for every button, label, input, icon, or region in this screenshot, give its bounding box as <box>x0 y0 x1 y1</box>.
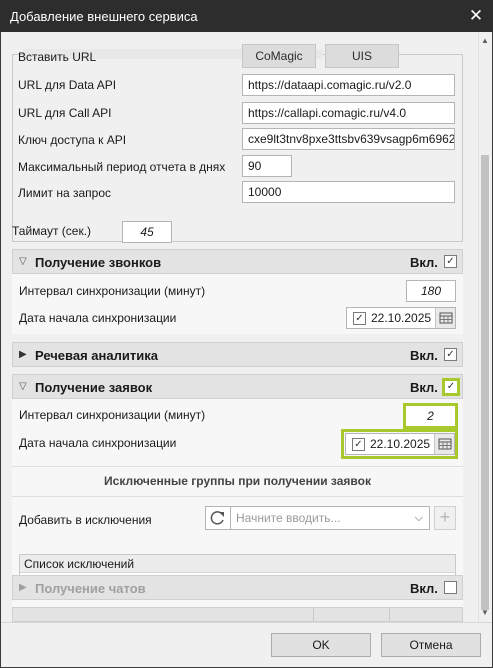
call-api-label: URL для Call API <box>18 106 112 120</box>
calls-enabled-label: Вкл. <box>410 255 438 270</box>
leads-date-label: Дата начала синхронизации <box>19 436 177 450</box>
triangle-down-icon: ▽ <box>19 256 27 267</box>
exclusion-list-header: Список исключений <box>20 555 455 573</box>
divider <box>12 496 463 497</box>
add-exclusion-label: Добавить в исключения <box>19 513 152 527</box>
chats-section-title: Получение чатов <box>35 581 146 596</box>
leads-section-header[interactable]: ▽ Получение заявок Вкл. ✓ <box>12 374 463 399</box>
insert-url-label: Вставить URL <box>18 50 97 64</box>
comagic-button[interactable]: CoMagic <box>242 44 316 68</box>
calls-date-checkbox[interactable]: ✓ <box>353 312 366 325</box>
refresh-icon <box>210 511 224 525</box>
speech-enabled-label: Вкл. <box>410 348 438 363</box>
data-api-label: URL для Data API <box>18 78 117 92</box>
data-api-input[interactable]: https://dataapi.comagic.ru/v2.0 <box>242 74 455 96</box>
calls-section-body: Интервал синхронизации (минут) 180 Дата … <box>12 274 463 334</box>
close-icon[interactable]: ✕ <box>466 6 486 26</box>
title-bar: Добавление внешнего сервиса ✕ <box>0 0 493 32</box>
ok-button[interactable]: OK <box>271 633 371 657</box>
add-exclusion-placeholder: Начните вводить... <box>236 511 341 525</box>
max-period-input[interactable]: 90 <box>242 155 292 177</box>
add-exclusion-combo[interactable]: Начните вводить... ⌵ <box>230 506 430 530</box>
dialog-footer: OK Отмена <box>1 622 492 667</box>
call-api-input[interactable]: https://callapi.comagic.ru/v4.0 <box>242 102 455 124</box>
calendar-icon[interactable] <box>434 434 454 454</box>
calls-date-value: 22.10.2025 <box>371 311 432 325</box>
calls-enabled-checkbox[interactable]: ✓ <box>444 255 457 268</box>
next-section-header <box>12 607 463 622</box>
scrollbar-thumb[interactable] <box>481 155 489 610</box>
calls-interval-input[interactable]: 180 <box>406 280 456 302</box>
triangle-down-icon: ▽ <box>19 381 27 392</box>
leads-date-value: 22.10.2025 <box>370 437 431 451</box>
chats-section-header[interactable]: ▶ Получение чатов Вкл. <box>12 575 463 600</box>
limit-label: Лимит на запрос <box>18 186 112 200</box>
api-key-input[interactable]: cxe9lt3tnv8pxe3ttsbv639vsagp6m6962lr <box>242 128 455 150</box>
leads-interval-label: Интервал синхронизации (минут) <box>19 408 206 422</box>
max-period-label: Максимальный период отчета в днях <box>18 160 226 174</box>
calls-date-picker[interactable]: ✓ 22.10.2025 <box>346 307 456 329</box>
speech-section-title: Речевая аналитика <box>35 348 158 363</box>
scroll-up-icon[interactable]: ▲ <box>478 34 492 48</box>
exclusion-list-header-label: Список исключений <box>24 557 135 571</box>
add-exclusion-button[interactable]: + <box>434 506 456 530</box>
calls-interval-label: Интервал синхронизации (минут) <box>19 284 206 298</box>
excluded-groups-title: Исключенные группы при получении заявок <box>104 474 371 488</box>
chats-enabled-label: Вкл. <box>410 581 438 596</box>
speech-enabled-checkbox[interactable]: ✓ <box>444 348 457 361</box>
plus-icon: + <box>439 507 451 527</box>
triangle-right-icon: ▶ <box>19 582 27 593</box>
calls-date-label: Дата начала синхронизации <box>19 311 177 325</box>
cancel-button[interactable]: Отмена <box>381 633 481 657</box>
triangle-right-icon: ▶ <box>19 349 27 360</box>
refresh-button[interactable] <box>205 506 231 530</box>
chats-enabled-checkbox[interactable] <box>444 581 457 594</box>
dialog-content: Вставить URL CoMagic UIS URL для Data AP… <box>1 32 478 622</box>
limit-input[interactable]: 10000 <box>242 181 455 203</box>
timeout-input[interactable]: 45 <box>122 221 172 243</box>
leads-interval-input[interactable]: 2 <box>403 403 458 429</box>
api-key-label: Ключ доступа к API <box>18 133 127 147</box>
leads-date-checkbox[interactable]: ✓ <box>352 438 365 451</box>
calls-section-header[interactable]: ▽ Получение звонков Вкл. ✓ <box>12 249 463 274</box>
uis-button[interactable]: UIS <box>325 44 399 68</box>
speech-section-header[interactable]: ▶ Речевая аналитика Вкл. ✓ <box>12 342 463 367</box>
scroll-down-icon[interactable]: ▼ <box>478 606 492 620</box>
leads-date-picker[interactable]: ✓ 22.10.2025 <box>345 433 455 455</box>
window-title: Добавление внешнего сервиса <box>10 9 198 24</box>
calls-section-title: Получение звонков <box>35 255 162 270</box>
divider <box>12 466 463 467</box>
leads-section-title: Получение заявок <box>35 380 153 395</box>
chevron-down-icon[interactable]: ⌵ <box>415 507 423 529</box>
leads-enabled-checkbox[interactable]: ✓ <box>442 378 460 396</box>
leads-enabled-label: Вкл. <box>410 380 438 395</box>
timeout-label: Таймаут (сек.) <box>12 224 92 238</box>
calendar-icon[interactable] <box>435 308 455 328</box>
